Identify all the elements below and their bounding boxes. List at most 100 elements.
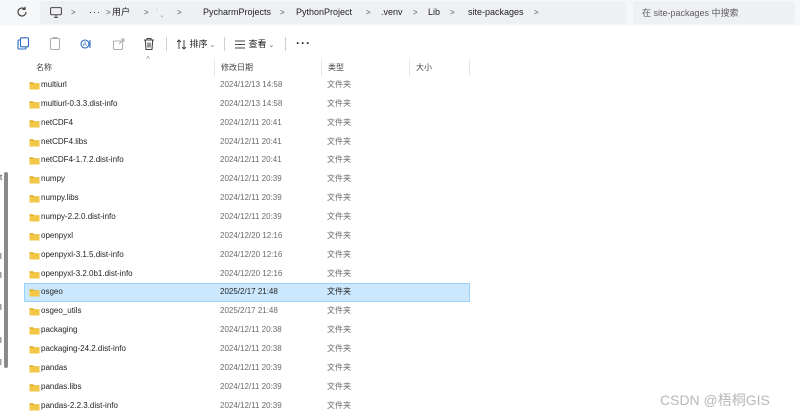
file-row[interactable]: pandas.libs 2024/12/11 20:39 文件夹 [24,378,470,397]
file-type: 文件夹 [327,117,351,127]
breadcrumb-lib[interactable]: Lib [428,1,440,24]
file-row[interactable]: openpyxl 2024/12/20 12:16 文件夹 [24,227,470,246]
share-icon[interactable] [111,36,127,52]
folder-icon [29,81,40,90]
file-name: pandas-2.2.3.dist-info [41,400,118,410]
file-row[interactable]: netCDF4.libs 2024/12/11 20:41 文件夹 [24,133,470,152]
breadcrumb-overflow[interactable]: ··· [89,1,101,24]
folder-icon [29,383,40,392]
file-row[interactable]: openpyxl-3.1.5.dist-info 2024/12/20 12:16… [24,246,470,265]
delete-icon[interactable] [141,36,157,52]
breadcrumb-site-packages[interactable]: site-packages [468,1,524,24]
navigation-pane-fragment: l [0,271,2,280]
file-modified-date: 2024/12/20 12:16 [220,249,283,259]
file-type: 文件夹 [327,98,351,108]
file-row[interactable]: numpy-2.2.0.dist-info 2024/12/11 20:39 文件夹 [24,208,470,227]
address-bar[interactable]: > ··· > 用户 > ˙ ˛ > PycharmProjects > Pyt… [40,1,626,24]
address-bar-row: > ··· > 用户 > ˙ ˛ > PycharmProjects > Pyt… [0,0,800,26]
file-row[interactable]: packaging-24.2.dist-info 2024/12/11 20:38… [24,340,470,359]
column-header-date[interactable]: 修改日期 [214,59,253,76]
file-row[interactable]: pandas-2.2.3.dist-info 2024/12/11 20:39 文件… [24,397,470,416]
file-row[interactable]: pandas 2024/12/11 20:39 文件夹 [24,359,470,378]
file-modified-date: 2024/12/11 20:39 [220,362,282,372]
rename-icon[interactable]: A [79,36,95,52]
breadcrumb-obscured-user[interactable]: ˙ ˛ [156,1,164,24]
file-type: 文件夹 [327,249,351,259]
file-modified-date: 2024/12/11 20:39 [220,400,282,410]
file-name: osgeo [41,287,63,297]
file-name: pandas.libs [41,381,82,391]
view-button[interactable]: 查看 ⌄ [234,36,274,52]
breadcrumb-pycharmprojects[interactable]: PycharmProjects [203,1,271,24]
file-type: 文件夹 [327,136,351,146]
file-modified-date: 2024/12/11 20:41 [220,136,282,146]
sort-button[interactable]: 排序 ⌄ [176,36,215,52]
breadcrumb-chevron-icon: > [71,8,76,17]
file-modified-date: 2024/12/11 20:39 [220,381,282,391]
refresh-icon[interactable] [14,5,30,21]
breadcrumb-users[interactable]: 用户 [112,1,130,24]
breadcrumb-chevron-icon: > [106,8,111,17]
file-modified-date: 2025/2/17 21:48 [220,287,278,297]
folder-icon [29,138,40,147]
folder-icon [29,232,40,241]
file-modified-date: 2024/12/11 20:39 [220,193,282,203]
file-row[interactable]: osgeo 2025/2/17 21:48 文件夹 [24,283,470,303]
file-type: 文件夹 [327,287,351,297]
file-type: 文件夹 [327,230,351,240]
file-type: 文件夹 [327,155,351,165]
column-header-name[interactable]: 名称 [29,59,52,76]
file-type: 文件夹 [327,268,351,278]
folder-icon [29,345,40,354]
file-row[interactable]: numpy 2024/12/11 20:39 文件夹 [24,170,470,189]
breadcrumb-pythonproject[interactable]: PythonProject [296,1,352,24]
file-name: numpy [41,174,66,184]
copy-icon[interactable] [47,36,63,52]
column-header-size[interactable]: 大小 [409,59,432,76]
breadcrumb-chevron-icon: > [144,8,149,17]
file-row[interactable]: openpyxl-3.2.0b1.dist-info 2024/12/20 12:… [24,265,470,284]
file-modified-date: 2024/12/11 20:38 [220,344,282,354]
search-box[interactable] [633,1,795,24]
new-item-icon[interactable] [15,36,31,52]
chevron-down-icon: ⌄ [209,42,216,49]
file-row[interactable]: packaging 2024/12/11 20:38 文件夹 [24,321,470,340]
folder-icon [29,288,40,297]
file-name: multiurl [41,80,67,89]
file-name: packaging-24.2.dist-info [41,344,126,354]
file-row[interactable]: netCDF4 2024/12/11 20:41 文件夹 [24,114,470,133]
sort-icon [176,39,187,50]
file-row[interactable]: multiurl-0.3.3.dist-info 2024/12/13 14:58… [24,95,470,114]
file-modified-date: 2024/12/11 20:41 [220,155,282,165]
column-divider[interactable] [469,59,470,76]
file-name: netCDF4.libs [41,136,88,146]
toolbar-divider [224,37,225,51]
navigation-pane-scrollbar[interactable] [4,172,8,368]
navigation-pane-fragment: l [0,303,2,312]
more-options-button[interactable]: ··· [296,36,311,50]
file-row[interactable]: osgeo_utils 2025/2/17 21:48 文件夹 [24,302,470,321]
file-name: openpyxl-3.1.5.dist-info [41,249,124,259]
file-name: openpyxl-3.2.0b1.dist-info [41,268,133,278]
view-label: 查看 [248,39,267,49]
file-row[interactable]: netCDF4-1.7.2.dist-info 2024/12/11 20:41 文… [24,151,470,170]
column-header-type[interactable]: 类型 [321,59,344,76]
file-modified-date: 2024/12/11 20:39 [220,212,282,222]
breadcrumb-chevron-icon: > [280,8,285,17]
monitor-icon [50,7,62,18]
svg-text:A: A [83,42,87,48]
file-type: 文件夹 [327,174,351,184]
file-name: numpy.libs [41,193,79,203]
file-type: 文件夹 [327,381,351,391]
file-name: netCDF4 [41,117,74,127]
file-type: 文件夹 [327,80,351,89]
toolbar-divider [285,37,286,51]
search-input[interactable] [633,1,795,24]
file-row[interactable]: numpy.libs 2024/12/11 20:39 文件夹 [24,189,470,208]
folder-icon [29,175,40,184]
file-row[interactable]: multiurl 2024/12/13 14:58 文件夹 [24,76,470,95]
breadcrumb-chevron-icon: > [450,8,455,17]
toolbar-divider [166,37,167,51]
breadcrumb-venv[interactable]: .venv [381,1,403,24]
folder-icon [29,364,40,373]
